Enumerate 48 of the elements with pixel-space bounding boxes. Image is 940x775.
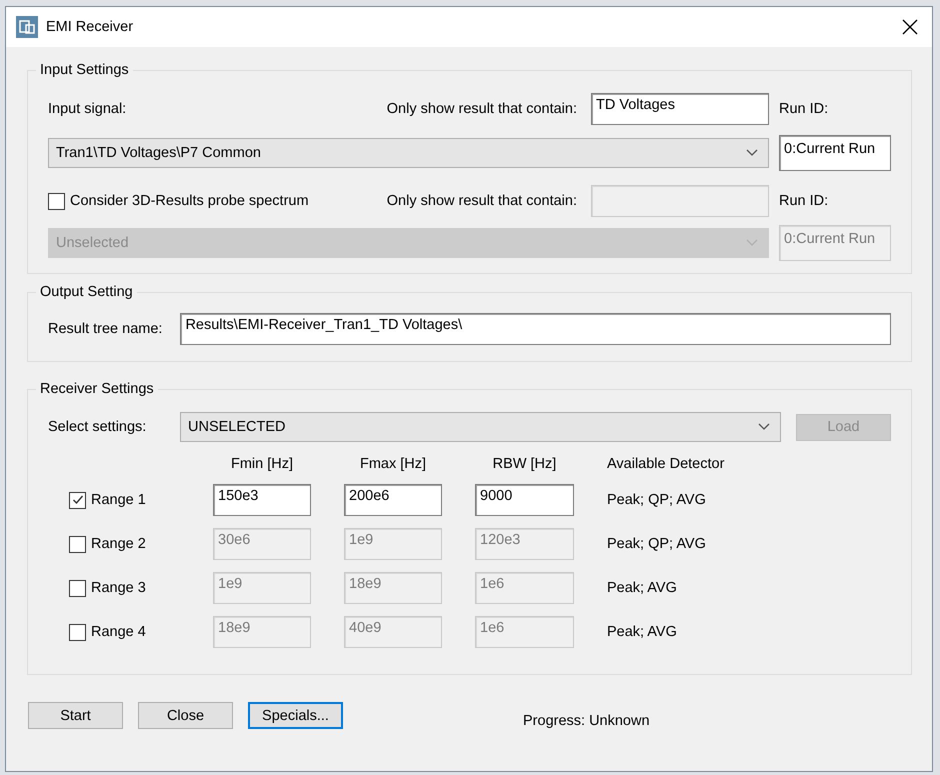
input-signal-dropdown[interactable]: Tran1\TD Voltages\P7 Common [48,138,769,168]
chevron-down-icon [746,149,758,157]
filter-label: Only show result that contain: [386,101,577,117]
checkbox[interactable] [69,492,86,508]
chevron-down-icon [746,239,758,247]
range-label: Range 4 [91,624,146,640]
progress-status: Progress: Unknown [523,712,650,728]
detector-list: Peak; QP; AVG [607,492,891,508]
dialog-button[interactable]: Specials... [248,702,343,729]
chevron-down-icon [758,423,770,431]
settings-dropdown[interactable]: UNSELECTED [180,412,781,442]
probe-spectrum-label: Consider 3D-Results probe spectrum [70,193,309,209]
group-title: Receiver Settings [36,380,158,398]
checkbox[interactable] [48,192,65,210]
group-title: Output Setting [36,283,137,301]
checkbox[interactable] [69,624,86,640]
checkbox[interactable] [69,580,86,596]
probe-signal-dropdown[interactable]: Unselected [48,228,769,258]
range-label: Range 2 [91,536,146,552]
result-tree-label: Result tree name: [48,321,162,337]
range-label: Range 3 [91,580,146,596]
window-title: EMI Receiver [46,19,134,35]
fmin-field[interactable]: 150e3 [213,484,311,516]
column-header: Fmax [Hz] [358,456,428,472]
fmax-field[interactable]: 200e6 [344,484,442,516]
dialog-button[interactable]: Start [28,702,123,729]
result-tree-field[interactable]: Results\EMI-Receiver_Tran1_TD Voltages\ [180,313,891,345]
input-signal-label: Input signal: [48,101,126,117]
checkbox[interactable] [69,536,86,552]
column-header: Fmin [Hz] [230,456,294,472]
detector-list: Peak; AVG [607,624,891,640]
close-icon[interactable] [902,19,918,35]
column-header: RBW [Hz] [492,456,558,472]
range-label: Range 1 [91,492,146,508]
detector-list: Peak; AVG [607,580,891,596]
app-icon [16,16,38,38]
detector-list: Peak; QP; AVG [607,536,891,552]
run-id-field[interactable]: 0:Current Run [779,135,891,171]
column-header: Available Detector [607,456,726,472]
run-id-label: Run ID: [779,101,830,117]
dialog-button[interactable]: Close [138,702,233,729]
select-settings-label: Select settings: [48,419,148,435]
filter-label: Only show result that contain: [386,193,577,209]
checkmark-icon [70,493,84,507]
run-id-label: Run ID: [779,193,830,209]
rbw-field[interactable]: 9000 [475,484,574,516]
filter-field[interactable]: TD Voltages [591,93,769,125]
group-title: Input Settings [36,61,133,79]
